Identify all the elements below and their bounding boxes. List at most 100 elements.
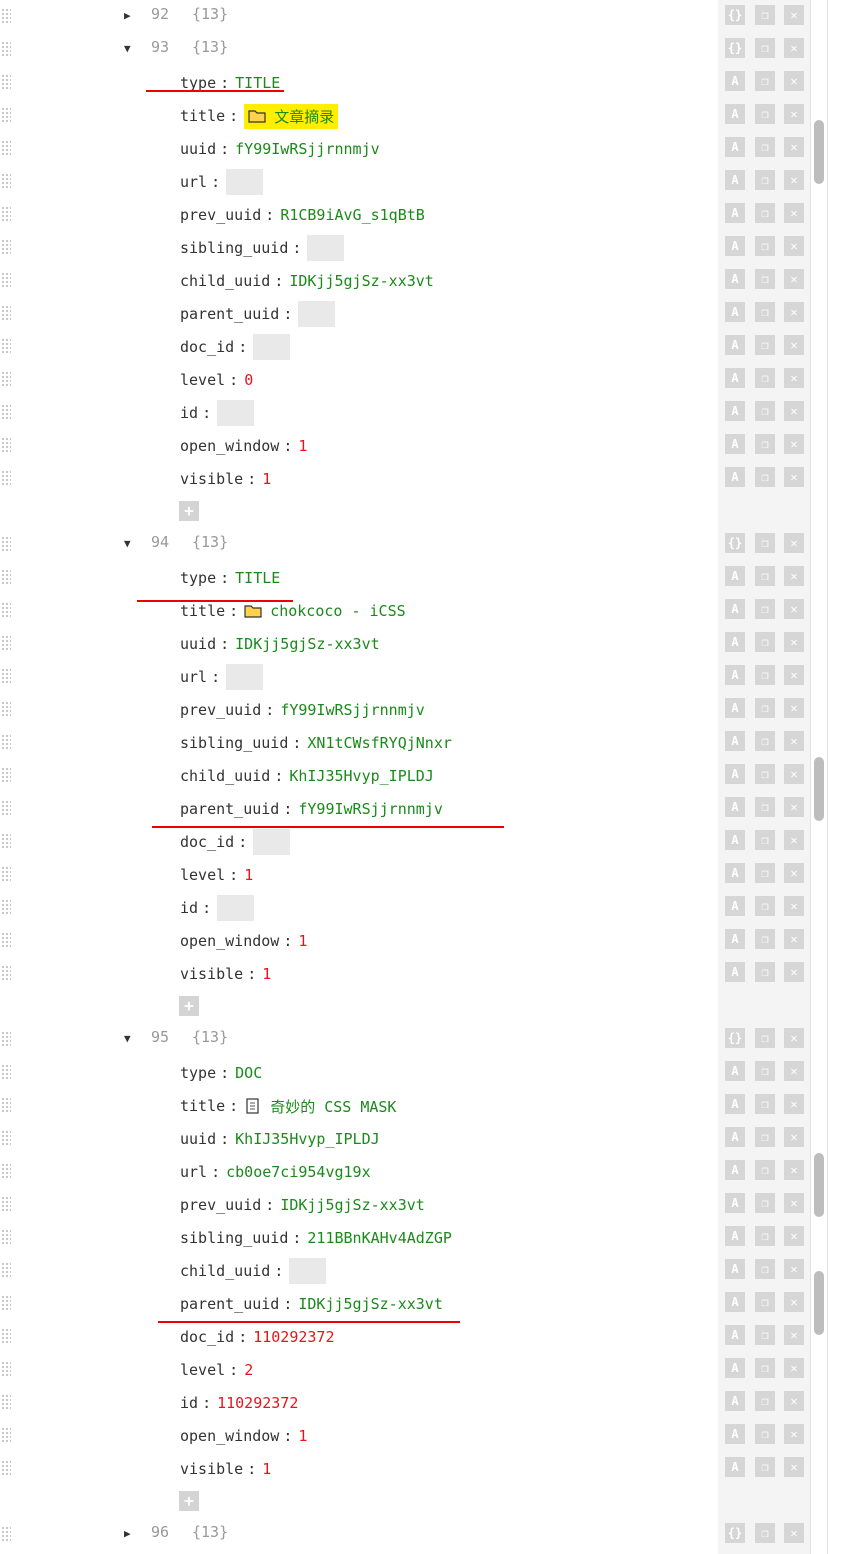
field-key[interactable]: prev_uuid bbox=[180, 701, 261, 719]
remove-button[interactable]: ✕ bbox=[784, 731, 804, 751]
drag-handle-icon[interactable] bbox=[1, 1130, 11, 1146]
field-type-button[interactable]: A bbox=[725, 962, 745, 982]
drag-handle-icon[interactable] bbox=[1, 272, 11, 288]
collapse-arrow-icon[interactable]: ▼ bbox=[124, 42, 138, 56]
drag-handle-icon[interactable] bbox=[1, 1031, 11, 1047]
field-value[interactable]: 0 bbox=[244, 371, 253, 389]
field-type-button[interactable]: A bbox=[725, 401, 745, 421]
drag-handle-icon[interactable] bbox=[1, 173, 11, 189]
field-value[interactable]: fY99IwRSjjrnnmjv bbox=[280, 701, 425, 719]
field-key[interactable]: prev_uuid bbox=[180, 206, 261, 224]
remove-button[interactable]: ✕ bbox=[784, 962, 804, 982]
drag-handle-icon[interactable] bbox=[1, 1427, 11, 1443]
drag-handle-icon[interactable] bbox=[1, 833, 11, 849]
field-key[interactable]: url bbox=[180, 1163, 207, 1181]
copy-button[interactable]: ❐ bbox=[755, 1160, 775, 1180]
field-type-button[interactable]: A bbox=[725, 434, 745, 454]
drag-handle-icon[interactable] bbox=[1, 899, 11, 915]
add-field-button[interactable]: + bbox=[179, 1491, 199, 1511]
field-value[interactable]: 2 bbox=[244, 1361, 253, 1379]
field-type-button[interactable]: A bbox=[725, 665, 745, 685]
remove-button[interactable]: ✕ bbox=[784, 104, 804, 124]
field-key[interactable]: type bbox=[180, 1064, 216, 1082]
copy-button[interactable]: ❐ bbox=[755, 71, 775, 91]
field-type-button[interactable]: A bbox=[725, 467, 745, 487]
field-key[interactable]: open_window bbox=[180, 437, 279, 455]
remove-button[interactable]: ✕ bbox=[784, 698, 804, 718]
field-value[interactable]: XN1tCWsfRYQjNnxr bbox=[307, 734, 452, 752]
copy-button[interactable]: ❐ bbox=[755, 203, 775, 223]
copy-button[interactable]: ❐ bbox=[755, 698, 775, 718]
field-value-empty[interactable] bbox=[253, 829, 291, 855]
field-value[interactable]: fY99IwRSjjrnnmjv bbox=[235, 140, 380, 158]
field-type-button[interactable]: A bbox=[725, 1127, 745, 1147]
copy-button[interactable]: ❐ bbox=[755, 104, 775, 124]
drag-handle-icon[interactable] bbox=[1, 107, 11, 123]
copy-button[interactable]: ❐ bbox=[755, 830, 775, 850]
remove-button[interactable]: ✕ bbox=[784, 1127, 804, 1147]
copy-button[interactable]: ❐ bbox=[755, 1193, 775, 1213]
copy-button[interactable]: ❐ bbox=[755, 896, 775, 916]
remove-button[interactable]: ✕ bbox=[784, 302, 804, 322]
drag-handle-icon[interactable] bbox=[1, 701, 11, 717]
field-key[interactable]: parent_uuid bbox=[180, 305, 279, 323]
copy-button[interactable]: ❐ bbox=[755, 401, 775, 421]
remove-button[interactable]: ✕ bbox=[784, 467, 804, 487]
field-type-button[interactable]: A bbox=[725, 335, 745, 355]
remove-button[interactable]: ✕ bbox=[784, 335, 804, 355]
remove-button[interactable]: ✕ bbox=[784, 764, 804, 784]
remove-button[interactable]: ✕ bbox=[784, 1457, 804, 1477]
remove-button[interactable]: ✕ bbox=[784, 1028, 804, 1048]
field-key[interactable]: title bbox=[180, 602, 225, 620]
object-type-button[interactable]: {} bbox=[725, 5, 745, 25]
field-value-empty[interactable] bbox=[226, 169, 264, 195]
expand-arrow-icon[interactable]: ▶ bbox=[124, 9, 138, 23]
remove-button[interactable]: ✕ bbox=[784, 1391, 804, 1411]
drag-handle-icon[interactable] bbox=[1, 470, 11, 486]
copy-button[interactable]: ❐ bbox=[755, 434, 775, 454]
title-value[interactable]: 奇妙的 CSS MASK bbox=[244, 1096, 396, 1117]
field-key[interactable]: child_uuid bbox=[180, 1262, 270, 1280]
remove-button[interactable]: ✕ bbox=[784, 830, 804, 850]
field-key[interactable]: uuid bbox=[180, 140, 216, 158]
copy-button[interactable]: ❐ bbox=[755, 5, 775, 25]
drag-handle-icon[interactable] bbox=[1, 371, 11, 387]
copy-button[interactable]: ❐ bbox=[755, 236, 775, 256]
drag-handle-icon[interactable] bbox=[1, 1361, 11, 1377]
field-value[interactable]: KhIJ35Hvyp_IPLDJ bbox=[289, 767, 434, 785]
field-value[interactable]: 1 bbox=[262, 1460, 271, 1478]
drag-handle-icon[interactable] bbox=[1, 1526, 11, 1542]
drag-handle-icon[interactable] bbox=[1, 602, 11, 618]
scrollbar-thumb[interactable] bbox=[814, 1153, 824, 1217]
collapse-arrow-icon[interactable]: ▼ bbox=[124, 537, 138, 551]
field-type-button[interactable]: A bbox=[725, 896, 745, 916]
drag-handle-icon[interactable] bbox=[1, 305, 11, 321]
field-value-empty[interactable] bbox=[226, 664, 264, 690]
remove-button[interactable]: ✕ bbox=[784, 38, 804, 58]
field-key[interactable]: level bbox=[180, 371, 225, 389]
field-type-button[interactable]: A bbox=[725, 1160, 745, 1180]
drag-handle-icon[interactable] bbox=[1, 569, 11, 585]
field-value-empty[interactable] bbox=[298, 301, 336, 327]
remove-button[interactable]: ✕ bbox=[784, 1193, 804, 1213]
field-type-button[interactable]: A bbox=[725, 830, 745, 850]
drag-handle-icon[interactable] bbox=[1, 74, 11, 90]
drag-handle-icon[interactable] bbox=[1, 800, 11, 816]
copy-button[interactable]: ❐ bbox=[755, 764, 775, 784]
remove-button[interactable]: ✕ bbox=[784, 71, 804, 91]
object-type-button[interactable]: {} bbox=[725, 38, 745, 58]
remove-button[interactable]: ✕ bbox=[784, 1160, 804, 1180]
field-type-button[interactable]: A bbox=[725, 764, 745, 784]
field-value[interactable]: 1 bbox=[244, 866, 253, 884]
drag-handle-icon[interactable] bbox=[1, 1460, 11, 1476]
field-value[interactable]: 211BBnKAHv4AdZGP bbox=[307, 1229, 452, 1247]
field-key[interactable]: id bbox=[180, 404, 198, 422]
field-value-empty[interactable] bbox=[307, 235, 345, 261]
copy-button[interactable]: ❐ bbox=[755, 302, 775, 322]
field-key[interactable]: visible bbox=[180, 1460, 243, 1478]
remove-button[interactable]: ✕ bbox=[784, 1325, 804, 1345]
remove-button[interactable]: ✕ bbox=[784, 203, 804, 223]
remove-button[interactable]: ✕ bbox=[784, 896, 804, 916]
remove-button[interactable]: ✕ bbox=[784, 1259, 804, 1279]
object-type-button[interactable]: {} bbox=[725, 533, 745, 553]
